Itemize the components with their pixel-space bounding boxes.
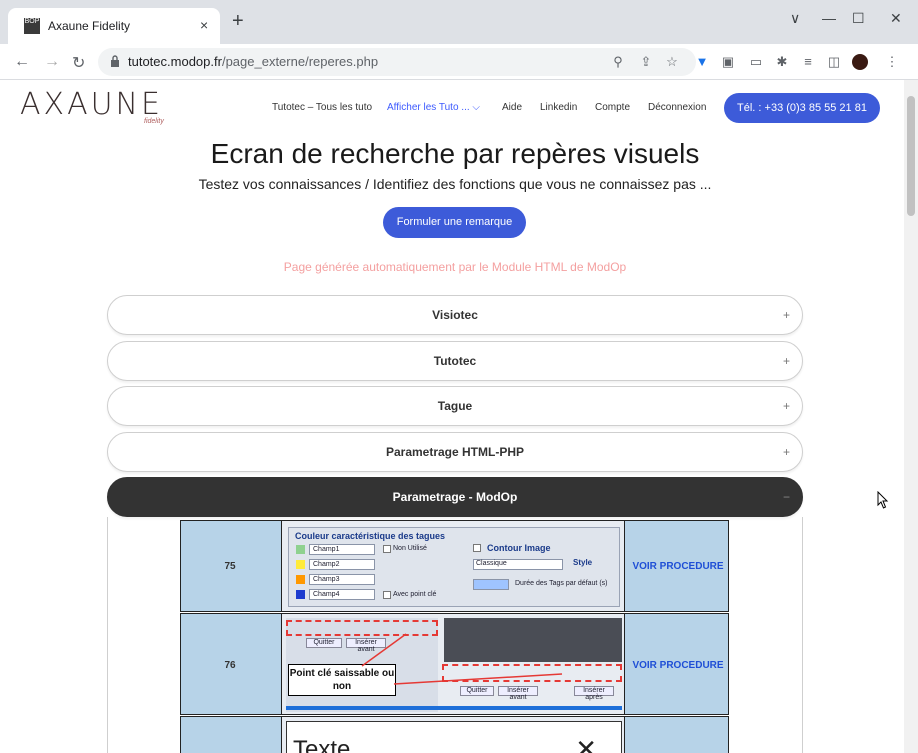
shot-title: Couleur caractéristique des tagues (295, 531, 446, 541)
nav-tutotec[interactable]: Tutotec – Tous les tuto (272, 102, 372, 113)
settings-screenshot: Couleur caractéristique des tagues Champ… (288, 527, 620, 607)
row-number: 75 (224, 561, 236, 572)
callout-arrows (361, 633, 563, 685)
page-title: Ecran de recherche par repères visuels (210, 138, 700, 169)
profile-avatar-icon[interactable] (852, 54, 868, 70)
close-icon: ✕ (575, 734, 597, 753)
color-swatch (296, 545, 305, 554)
progress-bar (286, 706, 622, 710)
scroll-thumb[interactable] (907, 96, 915, 216)
page-subtitle: Testez vos connaissances / Identifiez de… (198, 176, 712, 192)
new-tab-button[interactable]: + (232, 11, 244, 31)
accordion-tutotec[interactable]: Tutotec + (107, 341, 803, 381)
url-path: /page_externe/reperes.php (221, 54, 379, 69)
puzzle-icon[interactable]: ✱ (774, 54, 790, 70)
favicon-icon: BOP (24, 18, 40, 34)
mouse-cursor-icon (877, 491, 889, 509)
expand-icon: + (782, 445, 790, 459)
page-scrollbar[interactable] (904, 80, 918, 753)
accordion-parametrage-modop[interactable]: Parametrage - ModOp − (107, 477, 803, 517)
close-window-button[interactable]: ✕ (890, 10, 902, 27)
side-panel-icon[interactable]: ◫ (826, 54, 842, 70)
accordion-tague[interactable]: Tague + (107, 386, 803, 426)
reload-icon[interactable]: ↻ (72, 53, 85, 73)
back-arrow-icon[interactable]: ← (14, 53, 30, 71)
voir-procedure-link[interactable]: VOIR PROCEDURE (627, 660, 729, 671)
row-screenshot: Couleur caractéristique des tagues Champ… (281, 521, 625, 611)
minimize-button[interactable]: — (822, 10, 836, 26)
logo-text: AXAUNE (20, 87, 163, 122)
forward-arrow-icon[interactable]: → (44, 53, 60, 71)
accordion-visiotec[interactable]: Visiotec + (107, 295, 803, 335)
extension-pin-icon[interactable]: ▼ (694, 54, 710, 70)
voir-procedure-link[interactable]: VOIR PROCEDURE (627, 561, 729, 572)
logo-subtitle: fidelity (144, 118, 164, 125)
champ-field: Champ4 (309, 589, 375, 600)
checkbox-icon (383, 591, 391, 599)
accordion-label: Parametrage HTML-PHP (385, 445, 525, 459)
remarque-button[interactable]: Formuler une remarque (383, 207, 526, 238)
cast-icon[interactable]: ▭ (748, 54, 764, 70)
tab-search-icon[interactable]: ∨ (790, 10, 800, 27)
color-swatch (296, 560, 305, 569)
checkbox-icon (383, 545, 391, 553)
table-row: 76 Quitter Insérer avant Point clé saiss… (180, 613, 729, 715)
browser-toolbar: ← → ↻ tutotec.modop.fr/page_externe/repe… (0, 44, 918, 80)
address-bar[interactable]: tutotec.modop.fr/page_externe/reperes.ph… (98, 48, 696, 76)
style-label: Style (573, 558, 593, 567)
texte-screenshot: Texte ✕ (286, 721, 622, 753)
avec-point-cle-label: Avec point clé (393, 591, 437, 598)
collapse-icon: − (782, 490, 790, 504)
tab-title: Axaune Fidelity (48, 19, 131, 33)
phone-button[interactable]: Tél. : +33 (0)3 85 55 21 81 (724, 93, 880, 123)
url-domain: tutotec.modop.fr (128, 54, 222, 69)
champ-field: Champ2 (309, 559, 375, 570)
browser-tab[interactable]: BOP Axaune Fidelity × (8, 8, 220, 44)
nav-aide[interactable]: Aide (502, 102, 522, 113)
nav-linkedin[interactable]: Linkedin (540, 102, 577, 113)
nav-compte[interactable]: Compte (595, 102, 630, 113)
contour-label: Contour Image (487, 543, 551, 553)
nav-deconnexion[interactable]: Déconnexion (648, 102, 706, 113)
table-row: Texte ✕ (180, 716, 729, 753)
reading-list-icon[interactable]: ≡ (800, 54, 816, 70)
web-page: AXAUNE fidelity Tutotec – Tous les tuto … (0, 80, 904, 753)
duree-select (473, 579, 509, 590)
accordion-label: Parametrage - ModOp (392, 490, 518, 504)
lock-icon (111, 55, 119, 67)
share-icon[interactable]: ⇪ (638, 54, 654, 70)
row-screenshot: Quitter Insérer avant Point clé saissabl… (281, 614, 625, 714)
accordion-parametrage-html-php[interactable]: Parametrage HTML-PHP + (107, 432, 803, 472)
expand-icon: + (782, 308, 790, 322)
champ-field: Champ3 (309, 574, 375, 585)
color-swatch (296, 590, 305, 599)
tab-strip: BOP Axaune Fidelity × + ∨ — ☐ ✕ (0, 0, 918, 44)
expand-icon: + (782, 354, 790, 368)
accordion-label: Tutotec (433, 354, 477, 368)
non-utilise-label: Non Utilisé (393, 545, 427, 552)
extension-icon[interactable]: ▣ (720, 54, 736, 70)
nav-afficher-tuto[interactable]: Afficher les Tuto ... ⌵ (387, 102, 480, 113)
url-text: tutotec.modop.fr/page_externe/reperes.ph… (128, 54, 378, 69)
maximize-button[interactable]: ☐ (852, 10, 865, 27)
champ-field: Champ1 (309, 544, 375, 555)
zoom-icon[interactable]: ⚲ (610, 54, 626, 70)
row-screenshot: Texte ✕ (281, 717, 625, 753)
site-logo[interactable]: AXAUNE fidelity (20, 87, 164, 126)
menu-kebab-icon[interactable]: ⋮ (884, 54, 900, 70)
accordion-label: Visiotec (432, 308, 478, 322)
style-select: Classique (473, 559, 563, 570)
expand-icon: + (782, 399, 790, 413)
duree-label: Durée des Tags par défaut (s) (515, 580, 608, 587)
color-swatch (296, 575, 305, 584)
texte-label: Texte (293, 736, 351, 753)
accordion-label: Tague (437, 399, 473, 413)
tab-close-icon[interactable]: × (200, 17, 208, 33)
generated-note: Page générée automatiquement par le Modu… (283, 260, 627, 274)
row-number: 76 (224, 660, 236, 671)
bookmark-star-icon[interactable]: ☆ (664, 54, 680, 70)
table-row: 75 Couleur caractéristique des tagues Ch… (180, 520, 729, 612)
checkbox-icon (473, 544, 481, 552)
